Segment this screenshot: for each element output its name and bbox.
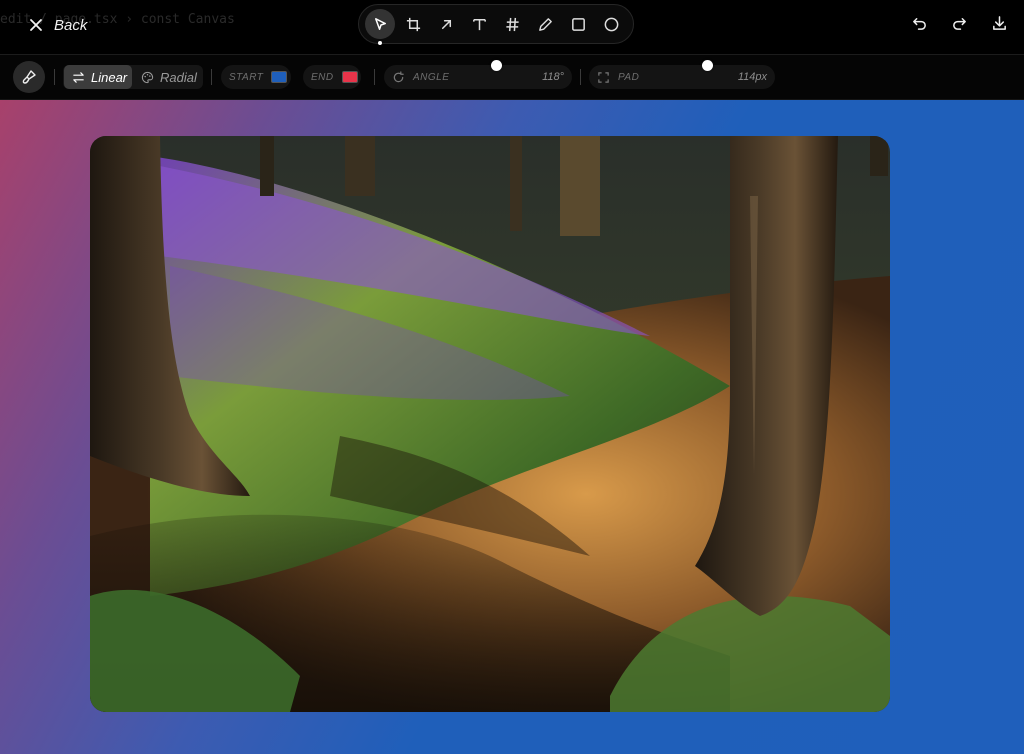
gradient-mode-toggle: Linear Radial [63, 65, 203, 89]
back-label: Back [54, 16, 88, 34]
divider [374, 69, 375, 85]
back-button[interactable]: Back [28, 14, 87, 36]
background-options-bar: Linear Radial START END ANGLE 118° PAD 1… [0, 55, 1024, 100]
paint-brush-icon [22, 70, 36, 84]
tool-crop[interactable] [398, 9, 428, 39]
forest-photo[interactable] [90, 136, 890, 712]
top-bar: edit / page.tsx › const Canvas Back [0, 0, 1024, 55]
forest-photo-image [90, 136, 890, 712]
download-icon [992, 15, 1006, 30]
gradient-mode-label: Linear [91, 69, 128, 85]
end-color-picker[interactable]: END [303, 65, 361, 89]
angle-slider-handle[interactable] [490, 60, 502, 71]
tool-ellipse[interactable] [597, 9, 627, 39]
close-icon [30, 19, 42, 31]
circle-icon [605, 17, 619, 31]
tool-rectangle[interactable] [564, 9, 594, 39]
cursor-arrow-icon [374, 17, 386, 30]
gradient-mode-label: Radial [160, 69, 197, 85]
gradient-mode-radial[interactable]: Radial [141, 65, 197, 89]
tool-arrow[interactable] [431, 9, 461, 39]
hash-icon [506, 17, 519, 31]
history-actions [908, 12, 1010, 34]
divider [580, 69, 581, 85]
crop-icon [406, 17, 420, 31]
angle-slider[interactable]: ANGLE 118° [384, 60, 572, 89]
swap-arrows-icon [73, 71, 84, 83]
background-brush-button[interactable] [13, 61, 45, 93]
tool-select[interactable] [365, 9, 395, 45]
text-t-icon [472, 18, 486, 30]
padding-value: 114px [737, 71, 767, 83]
start-color-label: START [229, 71, 264, 83]
start-color-swatch[interactable] [271, 71, 288, 83]
tool-hash[interactable] [498, 9, 528, 39]
redo-button[interactable] [948, 12, 970, 34]
divider [211, 69, 212, 85]
download-button[interactable] [988, 12, 1010, 34]
expand-icon [597, 71, 610, 84]
arrow-up-right-icon [441, 19, 451, 29]
palette-icon [141, 71, 154, 83]
end-color-label: END [311, 71, 334, 83]
undo-button[interactable] [908, 12, 930, 34]
undo-icon [912, 17, 926, 30]
divider [54, 69, 55, 85]
end-color-swatch[interactable] [341, 71, 358, 83]
padding-slider-handle[interactable] [702, 60, 714, 71]
rotate-icon [392, 70, 405, 84]
angle-label: ANGLE [413, 71, 450, 83]
angle-value: 118° [542, 71, 564, 83]
start-color-picker[interactable]: START [221, 65, 291, 89]
padding-slider[interactable]: PAD 114px [589, 60, 775, 89]
tool-text[interactable] [464, 9, 494, 39]
redo-icon [952, 17, 966, 30]
tool-palette [358, 4, 634, 45]
tool-pen[interactable] [531, 9, 561, 39]
padding-label: PAD [618, 71, 640, 83]
gradient-canvas[interactable] [0, 100, 1024, 754]
square-icon [572, 17, 586, 31]
gradient-mode-linear[interactable]: Linear [64, 65, 132, 89]
pencil-icon [539, 17, 553, 31]
